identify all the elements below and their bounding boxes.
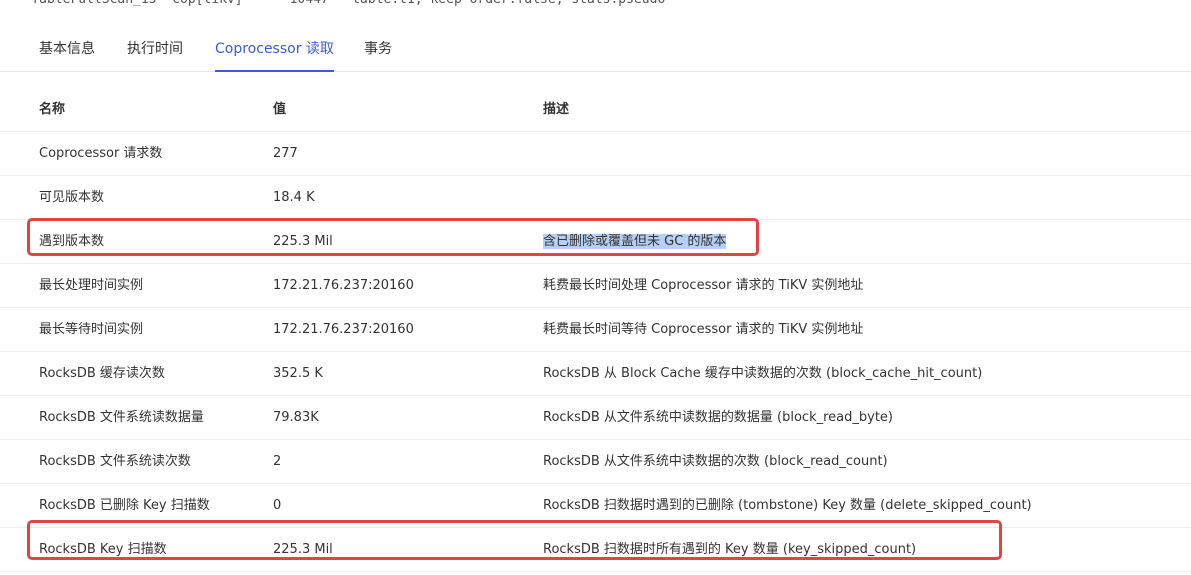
row-description: RocksDB 从 Block Cache 缓存中读数据的次数 (block_c… [543,366,983,381]
row-description: RocksDB 扫数据时遇到的已删除 (tombstone) Key 数量 (d… [543,498,1032,513]
row-value: 172.21.76.237:20160 [273,322,414,337]
row-value: 277 [273,146,298,161]
row-value: 352.5 K [273,366,323,381]
row-value: 0 [273,498,282,513]
row-value: 172.21.76.237:20160 [273,278,414,293]
table-row: 遇到版本数 225.3 Mil 含已删除或覆盖但未 GC 的版本 [0,220,1191,264]
table-row: Coprocessor 请求数 277 [0,132,1191,176]
row-name: Coprocessor 请求数 [39,146,163,161]
tab-execution-time[interactable]: 执行时间 [127,30,183,70]
metrics-table: 名称 值 描述 Coprocessor 请求数 277 可见版本数 18.4 K… [0,88,1191,572]
tab-bar: 基本信息 执行时间 Coprocessor 读取 事务 [0,30,1191,72]
row-name: RocksDB 缓存读次数 [39,366,165,381]
row-name: RocksDB 文件系统读数据量 [39,410,204,425]
column-header-name: 名称 [39,102,66,117]
partial-operator-row: TableFullScan_15 cop[tikv] 10447 table:t… [0,0,1191,8]
row-value: 79.83K [273,410,319,425]
row-name: RocksDB 文件系统读次数 [39,454,191,469]
table-row: RocksDB Key 扫描数 225.3 Mil RocksDB 扫数据时所有… [0,528,1191,572]
row-name: 遇到版本数 [39,234,105,249]
row-description: RocksDB 从文件系统中读数据的次数 (block_read_count) [543,454,888,469]
row-name: 最长等待时间实例 [39,322,144,337]
row-description: RocksDB 扫数据时所有遇到的 Key 数量 (key_skipped_co… [543,542,917,557]
row-name: 可见版本数 [39,190,105,205]
row-description: 耗费最长时间等待 Coprocessor 请求的 TiKV 实例地址 [543,322,864,337]
row-name: RocksDB 已删除 Key 扫描数 [39,498,210,513]
table-row: RocksDB 已删除 Key 扫描数 0 RocksDB 扫数据时遇到的已删除… [0,484,1191,528]
column-header-value: 值 [273,102,287,117]
table-row: 最长等待时间实例 172.21.76.237:20160 耗费最长时间等待 Co… [0,308,1191,352]
tab-transaction[interactable]: 事务 [364,30,392,70]
tab-coprocessor-read[interactable]: Coprocessor 读取 [215,30,334,72]
row-value: 18.4 K [273,190,315,205]
table-header-row: 名称 值 描述 [0,88,1191,132]
table-row: RocksDB 文件系统读次数 2 RocksDB 从文件系统中读数据的次数 (… [0,440,1191,484]
row-description: 耗费最长时间处理 Coprocessor 请求的 TiKV 实例地址 [543,278,864,293]
selected-text-highlight[interactable]: 含已删除或覆盖但未 GC 的版本 [543,234,727,249]
row-name: 最长处理时间实例 [39,278,144,293]
row-description-cell: 含已删除或覆盖但未 GC 的版本 [543,220,727,263]
table-row: RocksDB 文件系统读数据量 79.83K RocksDB 从文件系统中读数… [0,396,1191,440]
tab-basic-info[interactable]: 基本信息 [39,30,95,70]
table-row: 可见版本数 18.4 K [0,176,1191,220]
row-value: 225.3 Mil [273,234,333,249]
table-row: RocksDB 缓存读次数 352.5 K RocksDB 从 Block Ca… [0,352,1191,396]
row-value: 225.3 Mil [273,542,333,557]
row-value: 2 [273,454,282,469]
table-row: 最长处理时间实例 172.21.76.237:20160 耗费最长时间处理 Co… [0,264,1191,308]
column-header-description: 描述 [543,102,570,117]
row-description: RocksDB 从文件系统中读数据的数据量 (block_read_byte) [543,410,893,425]
row-name: RocksDB Key 扫描数 [39,542,167,557]
